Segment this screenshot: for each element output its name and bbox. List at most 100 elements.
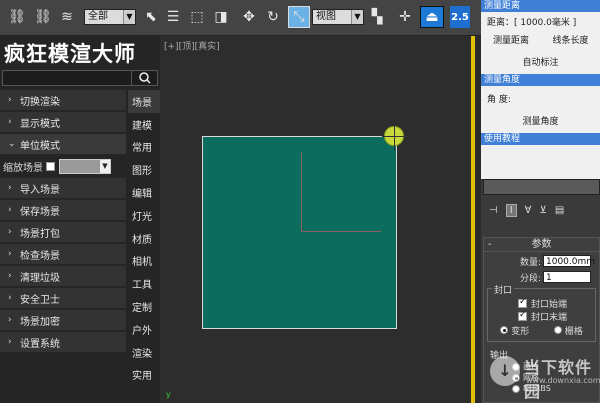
- unlink-icon[interactable]: ⛓: [32, 6, 54, 28]
- transform-gizmo[interactable]: [301, 152, 381, 232]
- tutorial-header[interactable]: 使用教程: [481, 133, 600, 145]
- search-icon[interactable]: [131, 70, 157, 86]
- select-object-icon[interactable]: ⬉: [140, 6, 162, 28]
- chevron-right-icon: ›: [8, 205, 12, 215]
- show-end-result-icon[interactable]: Ⅰ: [505, 203, 517, 217]
- amount-input[interactable]: 1000.0mm: [543, 255, 595, 267]
- cap-end-row[interactable]: 封口末端: [488, 310, 595, 323]
- ref-coord-dropdown[interactable]: 视图 ▼: [312, 9, 364, 25]
- tab-shapes[interactable]: 图形: [128, 158, 160, 181]
- auto-dimension-button[interactable]: 自动标注: [481, 52, 600, 70]
- chevron-right-icon: ›: [8, 183, 12, 193]
- chevron-right-icon: ›: [8, 227, 12, 237]
- menu-item-clean-garbage[interactable]: › 清理垃圾: [0, 266, 126, 286]
- menu-item-encrypt-scene[interactable]: › 场景加密: [0, 310, 126, 330]
- snap-toggle-button[interactable]: 2.5: [450, 6, 470, 28]
- grid-radio[interactable]: 栅格: [553, 324, 583, 337]
- measure-cursor: [382, 124, 408, 150]
- tab-outdoor[interactable]: 户外: [128, 318, 160, 341]
- plane-object[interactable]: [202, 136, 397, 329]
- morph-radio[interactable]: 变形: [500, 324, 529, 337]
- scale-unit-dropdown[interactable]: ▼: [59, 158, 111, 174]
- tab-cameras[interactable]: 相机: [128, 250, 160, 273]
- cap-start-checkbox[interactable]: [518, 297, 527, 308]
- cap-end-checkbox[interactable]: [518, 310, 527, 321]
- configure-sets-icon[interactable]: ▤: [555, 205, 564, 216]
- top-viewport[interactable]: [+][顶][真实] y: [160, 36, 478, 403]
- angle-header: 测量角度: [481, 74, 600, 86]
- chevron-right-icon: ›: [8, 293, 12, 303]
- parameters-title[interactable]: - 参数: [484, 238, 599, 252]
- tab-edit[interactable]: 编辑: [128, 181, 160, 204]
- modifier-list-field[interactable]: [483, 179, 600, 195]
- line-length-button[interactable]: 线条长度: [541, 33, 600, 46]
- chevron-down-icon: ▼: [123, 10, 135, 24]
- segments-input[interactable]: 1: [543, 271, 591, 283]
- rect-select-icon[interactable]: ⬚: [186, 6, 208, 28]
- viewport-active-frame: [471, 36, 475, 403]
- link-icon[interactable]: ⛓: [6, 6, 28, 28]
- viewport-label[interactable]: [+][顶][真实]: [164, 39, 220, 52]
- menu-item-pack-scene[interactable]: › 场景打包: [0, 222, 126, 242]
- keyboard-shortcut-override-icon[interactable]: ⏏: [420, 6, 444, 28]
- chevron-right-icon: ›: [8, 249, 12, 259]
- menu-item-unit-mode[interactable]: ⌄ 单位模式: [0, 134, 126, 154]
- chevron-right-icon: ›: [8, 315, 12, 325]
- select-by-name-icon[interactable]: ☰: [162, 6, 184, 28]
- chevron-right-icon: ›: [8, 271, 12, 281]
- tab-lights[interactable]: 灯光: [128, 204, 160, 227]
- make-unique-icon[interactable]: ∀: [525, 205, 532, 216]
- menu-item-import-scene[interactable]: › 导入场景: [0, 178, 126, 198]
- menu-item-label: 场景打包: [20, 228, 60, 240]
- move-icon[interactable]: ✥: [238, 6, 260, 28]
- chevron-right-icon: ›: [8, 95, 12, 105]
- scale-scene-label: 缩放场景: [3, 162, 43, 174]
- measure-angle-button[interactable]: 测量角度: [481, 111, 600, 129]
- menu-item-check-scene[interactable]: › 检查场景: [0, 244, 126, 264]
- amount-field: 数量: 1000.0mm: [484, 254, 599, 268]
- menu-item-label: 设置系统: [20, 338, 60, 350]
- tab-materials[interactable]: 材质: [128, 227, 160, 250]
- plugin-menu: › 切换渲染 › 显示模式 ⌄ 单位模式 缩放场景 ▼ › 导入场景 › 保存场景 › 场景…: [0, 90, 126, 354]
- scale-scene-checkbox[interactable]: [46, 161, 55, 171]
- grid-radio-dot: [553, 326, 562, 334]
- amount-label: 数量:: [519, 257, 541, 268]
- menu-item-system-settings[interactable]: › 设置系统: [0, 332, 126, 352]
- menu-item-save-scene[interactable]: › 保存场景: [0, 200, 126, 220]
- tab-utilities[interactable]: 实用: [128, 364, 160, 387]
- selection-filter-dropdown[interactable]: 全部 ▼: [84, 9, 136, 25]
- watermark-url: www.downxia.com: [526, 376, 600, 385]
- tab-modeling[interactable]: 建模: [128, 113, 160, 136]
- menu-item-switch-render[interactable]: › 切换渲染: [0, 90, 126, 110]
- pivot-icon[interactable]: ▚: [366, 6, 388, 28]
- search-input[interactable]: [2, 70, 158, 86]
- tab-tools[interactable]: 工具: [128, 272, 160, 295]
- plugin-panel: 疯狂模渲大师 › 切换渲染 › 显示模式 ⌄ 单位模式 缩放场景 ▼ › 导入场景 › 保…: [0, 36, 160, 403]
- pin-stack-icon[interactable]: ⊣: [489, 205, 498, 216]
- tab-customize[interactable]: 定制: [128, 295, 160, 318]
- tab-common[interactable]: 常用: [128, 136, 160, 159]
- snap-value: 2.5: [451, 11, 469, 23]
- rotate-icon[interactable]: ↻: [262, 6, 284, 28]
- scale-scene-row: 缩放场景 ▼: [0, 156, 126, 176]
- manipulate-icon[interactable]: ✛: [394, 6, 416, 28]
- measure-distance-button[interactable]: 测量距离: [481, 33, 541, 46]
- remove-modifier-icon[interactable]: ⊻: [540, 205, 547, 216]
- menu-item-label: 检查场景: [20, 250, 60, 262]
- selection-filter-value: 全部: [88, 11, 108, 22]
- distance-buttons: 测量距离 线条长度: [481, 30, 600, 48]
- scale-icon[interactable]: ⤡: [288, 6, 310, 28]
- chevron-down-icon: ▼: [100, 159, 110, 173]
- window-crossing-icon[interactable]: ◨: [210, 6, 232, 28]
- menu-item-security-guard[interactable]: › 安全卫士: [0, 288, 126, 308]
- cap-start-label: 封口始端: [531, 300, 568, 310]
- tab-render[interactable]: 渲染: [128, 341, 160, 364]
- menu-item-display-mode[interactable]: › 显示模式: [0, 112, 126, 132]
- distance-header: 测量距离: [481, 0, 600, 12]
- plugin-tabs: 场景 建模 常用 图形 编辑 灯光 材质 相机 工具 定制 户外 渲染 实用: [128, 90, 160, 386]
- cap-start-row[interactable]: 封口始端: [488, 297, 595, 310]
- menu-item-label: 保存场景: [20, 206, 60, 218]
- bind-space-warp-icon[interactable]: ≋: [56, 6, 78, 28]
- tab-scene[interactable]: 场景: [128, 90, 160, 113]
- cap-type-row: 变形 栅格: [488, 323, 595, 337]
